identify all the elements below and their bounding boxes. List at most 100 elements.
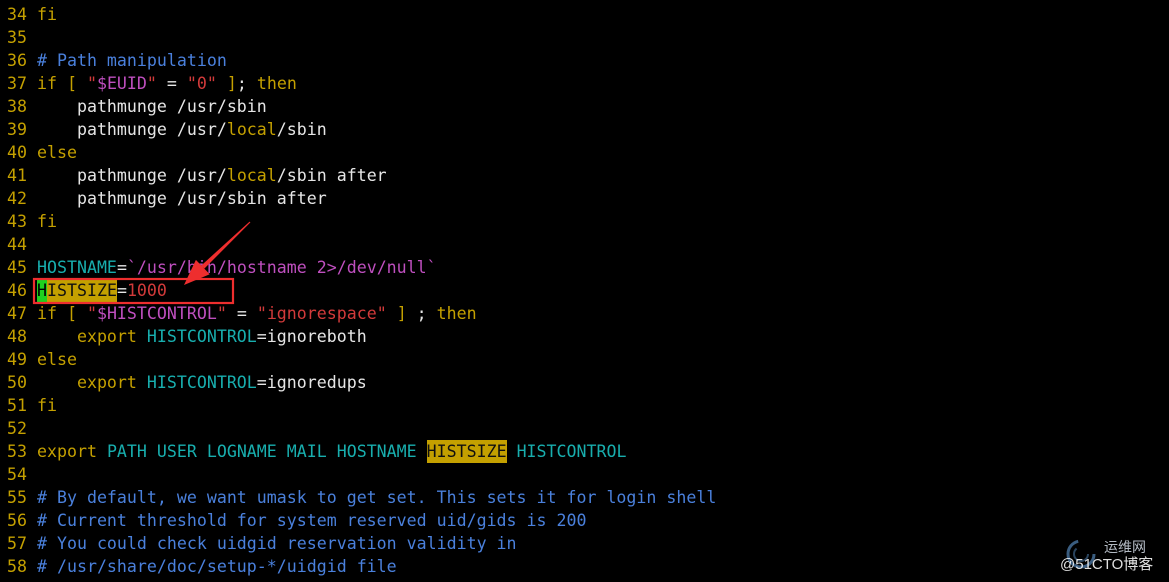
line-number: 58 <box>7 556 27 576</box>
code-token: /sbin after <box>276 165 387 185</box>
code-line: 42 pathmunge /usr/sbin after <box>7 187 1167 210</box>
line-number: 52 <box>7 418 27 438</box>
line-number: 37 <box>7 73 27 93</box>
code-line: 53 export PATH USER LOGNAME MAIL HOSTNAME… <box>7 439 1167 463</box>
code-token: PATH USER LOGNAME MAIL HOSTNAME <box>96 441 427 461</box>
code-token: HISTCONTROL <box>136 326 257 346</box>
search-match: HISTSIZE <box>426 439 507 463</box>
code-token: fi <box>37 4 57 24</box>
code-token: ] <box>216 73 237 93</box>
code-token: # By default, we want umask to get set. … <box>37 487 717 507</box>
line-number: 56 <box>7 510 27 530</box>
code-token: fi <box>37 211 57 231</box>
code-token: pathmunge /usr/ <box>37 119 227 139</box>
line-number: 38 <box>7 96 27 116</box>
code-line: 49 else <box>7 348 1167 371</box>
line-number: 45 <box>7 257 27 277</box>
code-token: if [ <box>37 73 87 93</box>
code-line: 36 # Path manipulation <box>7 49 1167 72</box>
code-line: 55 # By default, we want umask to get set… <box>7 486 1167 509</box>
code-line: 40 else <box>7 141 1167 164</box>
line-number: 51 <box>7 395 27 415</box>
code-token: `/usr/bin/hostname 2>/dev/null` <box>126 257 437 277</box>
code-token: $HISTCONTROL <box>96 303 217 323</box>
code-line: 37 if [ "$EUID" = "0" ]; then <box>7 72 1167 95</box>
code-token: = <box>156 73 187 93</box>
line-number: 35 <box>7 27 27 47</box>
code-token: "ignorespace" <box>256 303 387 323</box>
code-line: 44 <box>7 233 1167 256</box>
code-token: " <box>216 303 227 323</box>
code-line: 39 pathmunge /usr/local/sbin <box>7 118 1167 141</box>
code-token: =ignoreboth <box>256 326 367 346</box>
text-cursor: H <box>37 278 47 302</box>
code-token: HOSTNAME <box>37 257 117 277</box>
code-token: # Current threshold for system reserved … <box>37 510 587 530</box>
line-number: 43 <box>7 211 27 231</box>
code-token: local <box>226 119 277 139</box>
line-number: 53 <box>7 441 27 461</box>
code-token: local <box>226 165 277 185</box>
code-token: fi <box>37 395 57 415</box>
code-token: ; <box>406 303 437 323</box>
code-token: " <box>146 73 157 93</box>
code-line: 46 HISTSIZE=1000 <box>7 278 1167 302</box>
code-line: 54 <box>7 463 1167 486</box>
line-number: 44 <box>7 234 27 254</box>
code-token: export <box>37 372 137 392</box>
code-line: 47 if [ "$HISTCONTROL" = "ignorespace" ] … <box>7 302 1167 325</box>
line-number: 57 <box>7 533 27 553</box>
code-token: pathmunge /usr/ <box>37 165 227 185</box>
line-number: 39 <box>7 119 27 139</box>
vim-editor[interactable]: 34 fi 35 36 # Path manipulation 37 if [ "$EUID… <box>7 3 1167 578</box>
code-token: " <box>86 73 97 93</box>
code-line: 51 fi <box>7 394 1167 417</box>
search-match: ISTSIZE <box>47 278 117 302</box>
line-number: 54 <box>7 464 27 484</box>
code-token: = <box>116 257 127 277</box>
code-line: 50 export HISTCONTROL=ignoredups <box>7 371 1167 394</box>
code-line: 43 fi <box>7 210 1167 233</box>
line-number: 34 <box>7 4 27 24</box>
code-line: 58 # /usr/share/doc/setup-*/uidgid file <box>7 555 1167 578</box>
line-number: 49 <box>7 349 27 369</box>
line-number: 41 <box>7 165 27 185</box>
code-token: export <box>37 441 97 461</box>
line-number: 48 <box>7 326 27 346</box>
code-token: if [ <box>37 303 87 323</box>
code-token: /sbin <box>276 119 327 139</box>
code-token: pathmunge /usr/sbin <box>37 96 267 116</box>
code-line: 41 pathmunge /usr/local/sbin after <box>7 164 1167 187</box>
code-token: = <box>116 280 127 300</box>
code-token: =ignoredups <box>256 372 367 392</box>
code-token: ] <box>386 303 407 323</box>
code-token: then <box>256 73 297 93</box>
code-token: HISTCONTROL <box>506 441 627 461</box>
code-token: pathmunge /usr/sbin after <box>37 188 327 208</box>
code-token: ; <box>236 73 257 93</box>
code-line: 45 HOSTNAME=`/usr/bin/hostname 2>/dev/nul… <box>7 256 1167 279</box>
code-line: 38 pathmunge /usr/sbin <box>7 95 1167 118</box>
code-line: 34 fi <box>7 3 1167 26</box>
code-line: 48 export HISTCONTROL=ignoreboth <box>7 325 1167 348</box>
line-number: 47 <box>7 303 27 323</box>
code-line: 35 <box>7 26 1167 49</box>
code-token: "0" <box>186 73 217 93</box>
code-token: else <box>37 349 77 369</box>
line-number: 50 <box>7 372 27 392</box>
code-token: # You could check uidgid reservation val… <box>37 533 517 553</box>
code-token: HISTCONTROL <box>136 372 257 392</box>
line-number: 42 <box>7 188 27 208</box>
code-token: # /usr/share/doc/setup-*/uidgid file <box>37 556 397 576</box>
code-line: 52 <box>7 417 1167 440</box>
code-token: $EUID <box>96 73 147 93</box>
code-line: 56 # Current threshold for system reserve… <box>7 509 1167 532</box>
code-token: " <box>86 303 97 323</box>
line-number: 40 <box>7 142 27 162</box>
code-token: = <box>226 303 257 323</box>
line-number: 36 <box>7 50 27 70</box>
code-token: else <box>37 142 77 162</box>
code-token: then <box>436 303 477 323</box>
code-token: # Path manipulation <box>37 50 227 70</box>
line-number: 46 <box>7 280 27 300</box>
